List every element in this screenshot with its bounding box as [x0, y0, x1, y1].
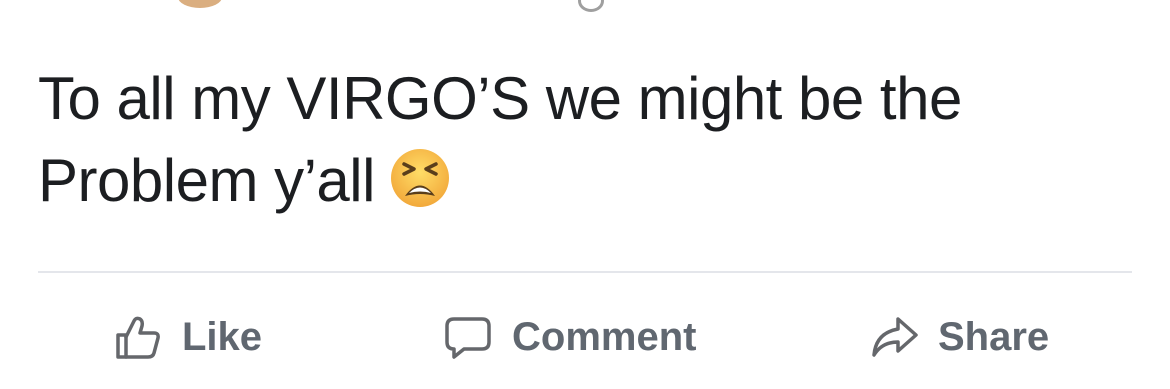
speech-bubble-icon: [442, 311, 494, 363]
avatar: [178, 0, 222, 8]
share-arrow-icon: [868, 311, 920, 363]
post-body: To all my VIRGO’S we might be the Proble…: [38, 58, 1138, 222]
post-text-line-1: To all my VIRGO’S we might be the: [38, 65, 962, 132]
comment-button[interactable]: Comment: [442, 300, 696, 374]
comment-label: Comment: [512, 314, 697, 359]
thumbs-up-icon: [112, 311, 164, 363]
like-label: Like: [182, 314, 263, 359]
divider: [38, 271, 1132, 273]
post-action-bar: Like Comment Share: [0, 300, 1170, 374]
post-text-line-2-text: Problem y’all: [38, 147, 375, 214]
like-button[interactable]: Like: [112, 300, 262, 374]
share-label: Share: [938, 314, 1050, 359]
header-icon: [578, 0, 604, 12]
previous-header-remnant: [0, 0, 1170, 12]
tired-face-emoji-icon: [389, 147, 451, 209]
post-text-line-2: Problem y’all: [38, 140, 1138, 222]
share-button[interactable]: Share: [868, 300, 1049, 374]
